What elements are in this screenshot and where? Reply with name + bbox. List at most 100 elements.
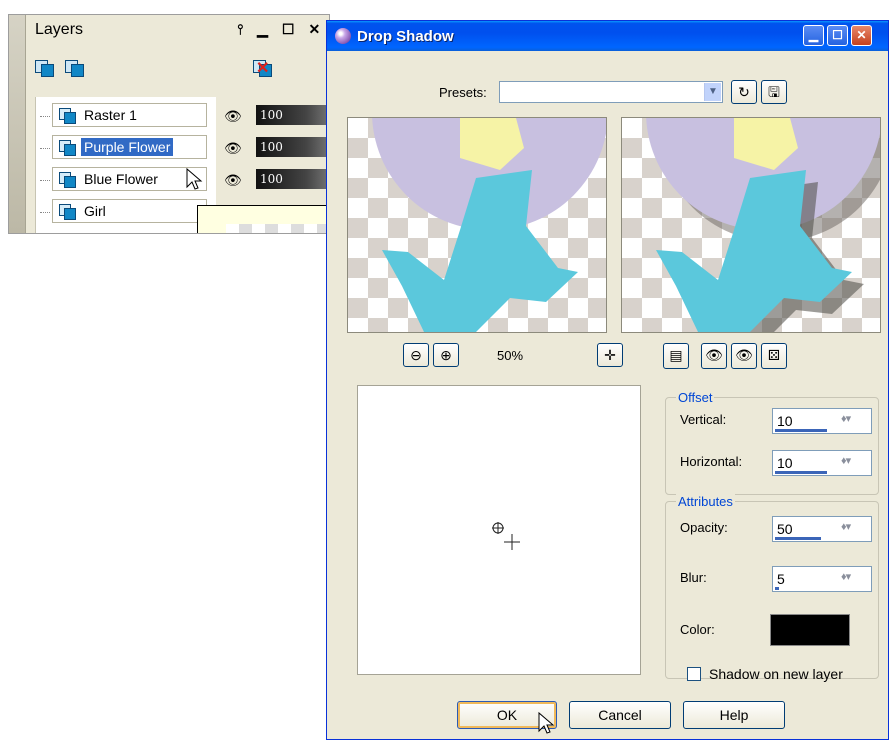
zoom-in-icon: ⊕	[440, 347, 452, 363]
blur-label: Blur:	[680, 570, 707, 585]
proof-icon: ▤	[669, 347, 683, 363]
after-preview[interactable]	[621, 117, 881, 333]
spin-arrows-icon[interactable]: ♦▾	[841, 454, 869, 472]
attributes-group-label: Attributes	[676, 494, 735, 509]
blur-slider-bar[interactable]	[775, 587, 779, 590]
offset-group-label: Offset	[676, 390, 715, 405]
preview-toggle-button[interactable]: 👁	[731, 343, 757, 369]
vertical-value: 10	[777, 413, 793, 429]
opacity-value: 100	[260, 172, 283, 186]
attributes-group: Attributes Opacity: 50 ♦▾ Blur: 5 ♦▾ Col…	[665, 494, 879, 679]
opacity-slider[interactable]: 100	[256, 169, 329, 189]
reset-preset-button[interactable]: ↻	[731, 80, 757, 104]
horizontal-value: 10	[777, 455, 793, 471]
presets-dropdown[interactable]: ▼	[499, 81, 723, 103]
app-orb-icon	[335, 28, 351, 44]
offset-direction-panel[interactable]	[357, 385, 641, 675]
minimize-icon[interactable]: ▁	[257, 21, 268, 38]
zoom-out-button[interactable]: ⊖	[403, 343, 429, 367]
proof-button[interactable]: ▤	[663, 343, 689, 369]
close-icon[interactable]: ✕	[308, 21, 320, 38]
opacity-spinbox[interactable]: 50 ♦▾	[772, 516, 872, 542]
layer-row-selected[interactable]: Purple Flower 👁 100	[36, 135, 329, 161]
mouse-cursor-icon	[186, 167, 203, 190]
new-raster-layer-icon[interactable]	[33, 55, 55, 77]
dialog-titlebar[interactable]: Drop Shadow ▁ ☐ ✕	[327, 21, 888, 51]
raster-layer-icon	[59, 202, 77, 220]
maximize-button[interactable]: ☐	[827, 25, 848, 46]
randomize-button[interactable]: ⚄	[761, 343, 787, 369]
layer-name: Girl	[84, 203, 106, 219]
layers-title: Layers	[35, 21, 84, 38]
layer-name: Raster 1	[84, 107, 137, 123]
palette-gripper[interactable]	[9, 15, 26, 233]
color-label: Color:	[680, 622, 715, 637]
chevron-down-icon[interactable]: ▼	[704, 83, 721, 101]
zoom-in-button[interactable]: ⊕	[433, 343, 459, 367]
auto-proof-button[interactable]: 👁	[701, 343, 727, 369]
shadow-new-layer-checkbox[interactable]	[687, 667, 701, 681]
raster-layer-icon	[59, 106, 77, 124]
layers-palette: Layers ⫯ ▁ ☐ ✕ ✕ Raster 1 👁 100 Purple F…	[8, 14, 330, 234]
blur-spinbox[interactable]: 5 ♦▾	[772, 566, 872, 592]
maximize-icon[interactable]: ☐	[282, 21, 295, 38]
shadow-new-layer-label[interactable]: Shadow on new layer	[709, 666, 843, 682]
crosshair-icon	[492, 522, 520, 550]
close-button[interactable]: ✕	[851, 25, 872, 46]
layer-thumbnail-tooltip	[197, 205, 329, 233]
opacity-label: Opacity:	[680, 520, 728, 535]
help-button[interactable]: Help	[683, 701, 785, 729]
layer-row[interactable]: Raster 1 👁 100	[36, 103, 329, 129]
pan-button[interactable]: ✛	[597, 343, 623, 367]
auto-proof-icon: 👁	[705, 347, 723, 363]
blur-value: 5	[777, 571, 785, 587]
shadow-color-swatch[interactable]	[770, 614, 850, 646]
ok-label: OK	[496, 707, 518, 723]
new-vector-layer-icon[interactable]	[63, 55, 85, 77]
visibility-eye-icon[interactable]: 👁	[224, 172, 242, 189]
opacity-slider-bar[interactable]	[775, 537, 821, 540]
save-preset-button[interactable]: 🖫	[761, 80, 787, 104]
delete-layer-icon[interactable]: ✕	[251, 55, 273, 77]
minimize-button[interactable]: ▁	[803, 25, 824, 46]
cancel-label: Cancel	[598, 707, 642, 723]
opacity-value: 50	[777, 521, 793, 537]
spin-arrows-icon[interactable]: ♦▾	[841, 520, 869, 538]
horizontal-label: Horizontal:	[680, 454, 743, 469]
mouse-cursor-icon	[538, 711, 555, 734]
vertical-label: Vertical:	[680, 412, 727, 427]
layers-toolbar: ✕	[33, 55, 281, 77]
opacity-value: 100	[260, 140, 283, 154]
horizontal-spinbox[interactable]: 10 ♦▾	[772, 450, 872, 476]
offset-group: Offset Vertical: 10 ♦▾ Horizontal: 10 ♦▾	[665, 390, 879, 495]
layer-name: Blue Flower	[84, 171, 158, 187]
cancel-button[interactable]: Cancel	[569, 701, 671, 729]
help-label: Help	[719, 707, 749, 723]
visibility-eye-icon[interactable]: 👁	[224, 140, 242, 157]
layer-row[interactable]: Blue Flower 👁 100	[36, 167, 329, 193]
vertical-spinbox[interactable]: 10 ♦▾	[772, 408, 872, 434]
spin-arrows-icon[interactable]: ♦▾	[841, 412, 869, 430]
eye-icon: 👁	[735, 347, 753, 363]
before-preview[interactable]	[347, 117, 607, 333]
opacity-value: 100	[260, 108, 283, 122]
zoom-level: 50%	[497, 348, 524, 363]
pin-icon[interactable]: ⫯	[237, 21, 243, 38]
save-icon: 🖫	[768, 84, 780, 100]
opacity-slider[interactable]: 100	[256, 137, 329, 157]
layer-name: Purple Flower	[81, 138, 174, 156]
raster-layer-icon	[59, 170, 77, 188]
vertical-slider-bar[interactable]	[775, 429, 827, 432]
spin-arrows-icon[interactable]: ♦▾	[841, 570, 869, 588]
layer-list: Raster 1 👁 100 Purple Flower 👁 100 Blue …	[35, 97, 329, 233]
visibility-eye-icon[interactable]: 👁	[224, 108, 242, 125]
dice-icon: ⚄	[767, 347, 781, 363]
reset-icon: ↻	[738, 84, 750, 100]
dialog-title: Drop Shadow	[357, 27, 454, 45]
opacity-slider[interactable]: 100	[256, 105, 329, 125]
layers-titlebar[interactable]: Layers ⫯ ▁ ☐ ✕	[27, 15, 329, 45]
zoom-out-icon: ⊖	[410, 347, 422, 363]
move-icon: ✛	[604, 347, 616, 363]
horizontal-slider-bar[interactable]	[775, 471, 827, 474]
drop-shadow-dialog: Drop Shadow ▁ ☐ ✕ Presets: ▼ ↻ 🖫 ⊖ ⊕ 50%…	[326, 20, 889, 740]
